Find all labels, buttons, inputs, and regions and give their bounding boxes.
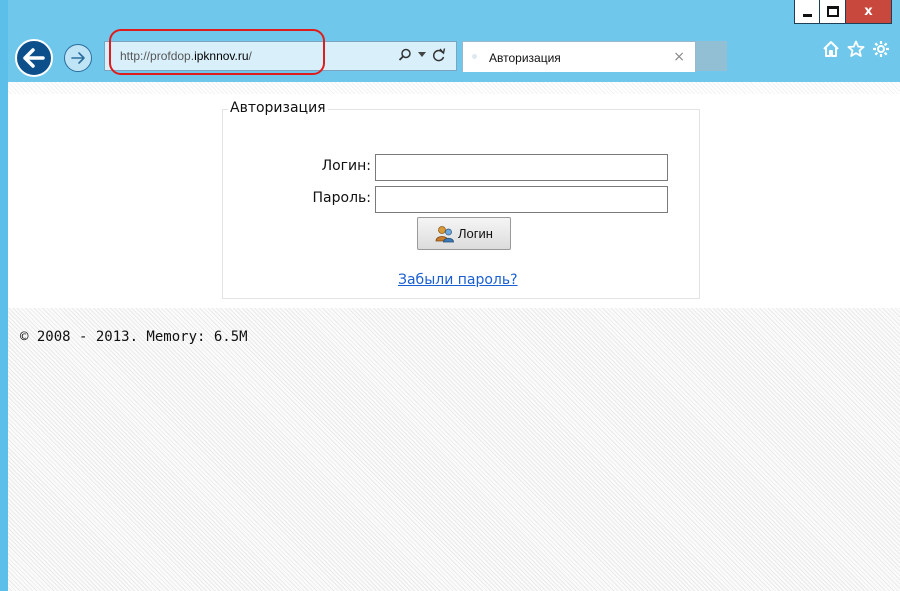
back-arrow-icon — [23, 48, 45, 68]
url-highlight-annotation — [109, 29, 325, 75]
tab-favicon-icon — [472, 54, 477, 59]
search-icon[interactable] — [398, 48, 412, 62]
home-icon[interactable] — [821, 38, 840, 60]
login-legend: Авторизация — [228, 100, 328, 116]
login-fieldset: Авторизация Логин: Пароль: Логин Забыли … — [222, 100, 700, 299]
window-controls: x — [794, 0, 892, 24]
toolbar-icons — [821, 38, 890, 60]
password-input[interactable] — [375, 186, 668, 213]
tab-close-icon[interactable]: × — [673, 49, 685, 65]
window-frame — [0, 0, 8, 591]
forward-button[interactable] — [64, 44, 92, 72]
maximize-button[interactable] — [820, 0, 846, 24]
login-label: Логин: — [321, 158, 371, 174]
users-icon — [435, 225, 454, 242]
close-window-button[interactable]: x — [846, 0, 892, 24]
forward-arrow-icon — [71, 52, 85, 64]
login-input[interactable] — [375, 154, 668, 181]
login-button[interactable]: Логин — [417, 217, 511, 250]
tab-title: Авторизация — [489, 51, 561, 65]
page-bottom-pattern — [8, 308, 900, 591]
favorites-star-icon[interactable] — [846, 38, 865, 60]
page-top-pattern — [8, 82, 900, 94]
page-content: Авторизация Логин: Пароль: Логин Забыли … — [8, 82, 900, 591]
minimize-button[interactable] — [794, 0, 820, 24]
dropdown-icon[interactable] — [418, 52, 426, 58]
close-icon: x — [864, 4, 873, 19]
settings-gear-icon[interactable] — [871, 38, 890, 60]
new-tab-button[interactable] — [696, 41, 727, 71]
password-label: Пароль: — [312, 190, 371, 206]
footer-text: © 2008 - 2013. Memory: 6.5M — [20, 329, 248, 345]
login-button-label: Логин — [458, 226, 493, 241]
address-bar-icons — [398, 48, 446, 62]
tab-authorization[interactable]: Авторизация × — [462, 41, 696, 72]
back-button[interactable] — [15, 39, 53, 77]
forgot-password-link[interactable]: Забыли пароль? — [398, 272, 518, 288]
refresh-icon[interactable] — [432, 48, 446, 62]
